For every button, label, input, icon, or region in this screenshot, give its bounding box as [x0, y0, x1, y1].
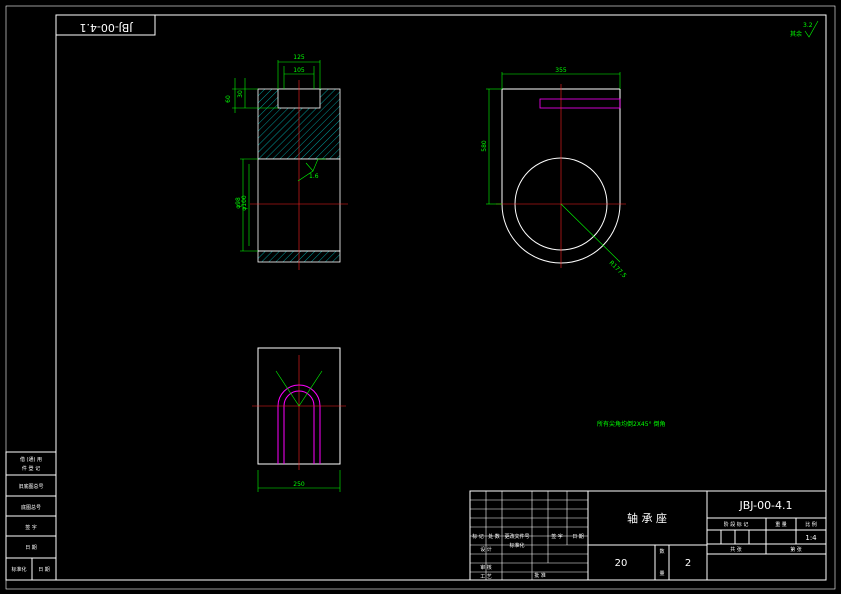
sheet-value: 2 — [685, 558, 691, 569]
tb-role-row: 审 核 — [480, 564, 492, 571]
tb-header-cell: 处 数 — [488, 533, 500, 540]
technical-note: 所有尖角均倒2X45° 倒角 — [597, 420, 665, 428]
dim-roughness: 1.6 — [309, 173, 319, 180]
sheet-label: 第 张 — [790, 546, 802, 553]
tb-header-cell: 更改文件号 — [504, 533, 529, 540]
left-strip-cell: 底图总号 — [21, 504, 41, 511]
surface-finish-label: 其余 — [790, 30, 802, 38]
leader — [298, 370, 323, 407]
drawing-number-mirrored: JBJ-00-4.1 — [79, 21, 133, 34]
left-strip: 借 (通) 用 件 登 记 旧底图总号 底图总号 签 字 日 期 标准化 日 期 — [5, 451, 57, 581]
drawing-number: JBJ-00-4.1 — [738, 499, 792, 512]
title-block: 标 记 处 数 更改文件号 签 字 日 期 设 计 审 核 工 艺 标准化 批 … — [469, 490, 827, 581]
inner-frame — [55, 14, 827, 581]
dim-bore-dia-2: φ100 — [241, 195, 248, 211]
radius-leader — [560, 203, 621, 263]
dim-top-width: 125 — [293, 54, 305, 61]
dim-side-height: 580 — [481, 140, 488, 152]
left-strip-cell: 旧底图总号 — [18, 483, 43, 490]
scale-value: 1:4 — [805, 534, 817, 542]
dim-slot-width: 105 — [293, 67, 305, 74]
left-strip-cell: 标准化 — [11, 566, 26, 573]
tb-role-row: 设 计 — [480, 546, 492, 553]
leader — [275, 370, 300, 407]
dim-height-total: 60 — [225, 95, 232, 103]
left-strip-cell: 借 (通) 用 — [20, 456, 42, 463]
left-strip-cell: 件 登 记 — [22, 465, 40, 472]
tb-header-cell: 日 期 — [572, 534, 584, 540]
surface-finish-symbol: 其余 3.2 — [790, 20, 819, 38]
dim-bottom-width: 250 — [293, 481, 305, 488]
qty-label: 量 — [659, 570, 664, 577]
outer-frame — [5, 5, 836, 590]
left-strip-cell: 日 期 — [25, 545, 37, 551]
left-strip-cell: 日 期 — [38, 567, 50, 573]
sheet-label: 共 张 — [730, 546, 742, 553]
tb-role-row: 工 艺 — [480, 574, 492, 580]
quantity-value: 20 — [615, 558, 628, 569]
left-strip-cell: 签 字 — [25, 524, 37, 531]
cad-drawing: JBJ-00-4.1 其余 3.2 125 105 60 30 φ98 φ100… — [5, 5, 836, 590]
tb-header-cell: 签 字 — [551, 533, 563, 540]
top-view: 250 — [252, 347, 346, 492]
side-slot — [539, 98, 621, 109]
stage-header: 重 量 — [775, 521, 787, 528]
front-view: 125 105 60 30 φ98 φ100 1.6 — [225, 54, 348, 270]
dim-radius: R177.5 — [608, 259, 628, 279]
side-view: 355 580 R177.5 — [481, 67, 628, 280]
tb-row2-cell: 批 准 — [534, 572, 546, 579]
stage-header: 比 例 — [805, 521, 817, 528]
tb-header-cell: 标 记 — [472, 533, 484, 540]
qty-label: 数 — [659, 548, 664, 555]
stage-header: 阶 段 标 记 — [724, 521, 749, 528]
part-name: 轴 承 座 — [627, 511, 667, 525]
tb-row2-cell: 标准化 — [509, 542, 524, 549]
dim-slot-depth: 30 — [237, 90, 244, 98]
dim-side-width: 355 — [555, 67, 567, 74]
surface-finish-value: 3.2 — [803, 22, 813, 29]
